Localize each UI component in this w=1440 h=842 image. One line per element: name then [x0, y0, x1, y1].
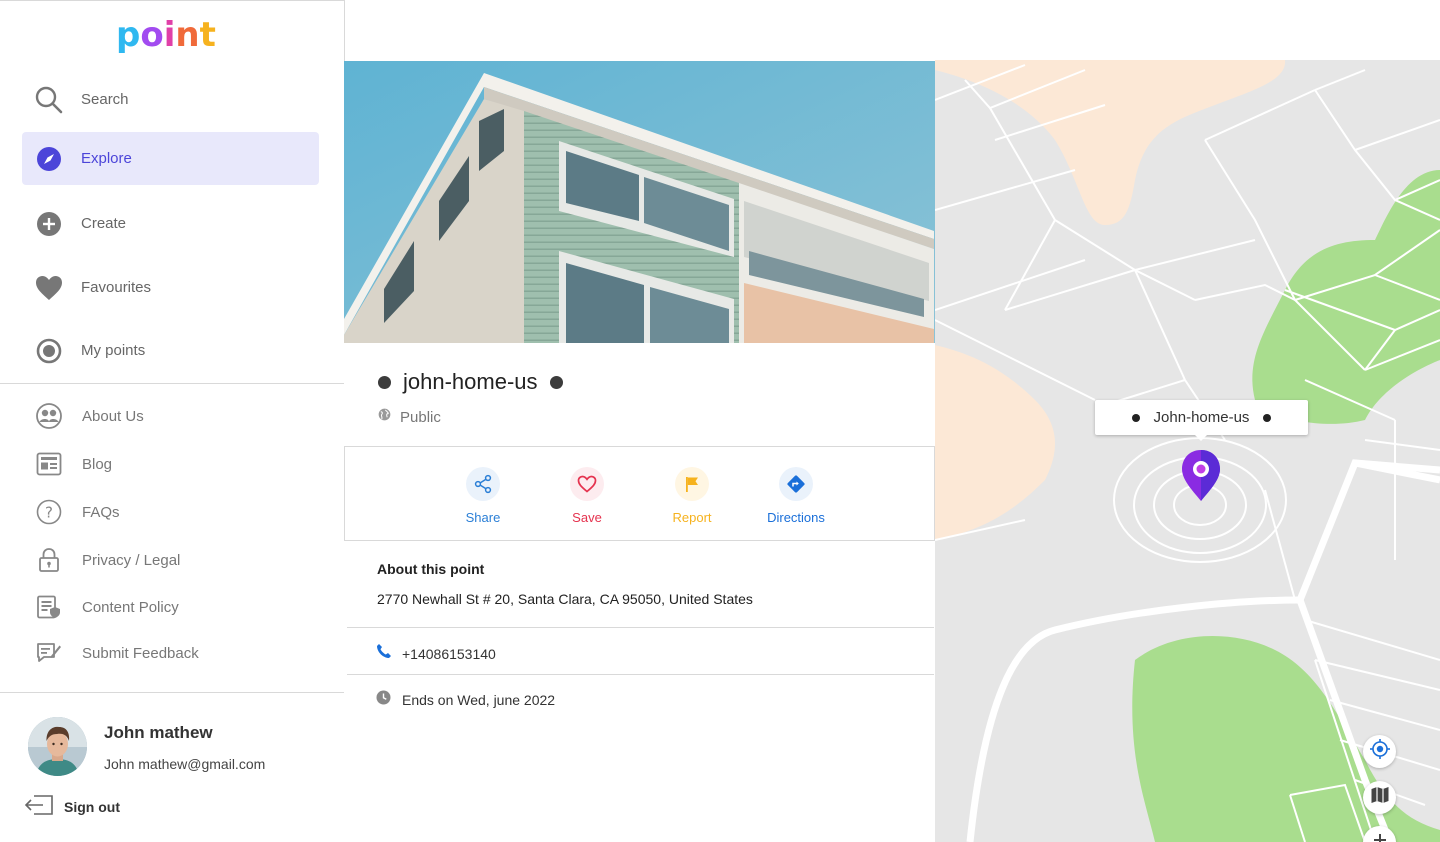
directions-button[interactable]: Directions: [756, 467, 836, 525]
policy-icon: [35, 593, 63, 621]
nav-item-my-points[interactable]: My points: [22, 324, 319, 377]
link-privacy-legal[interactable]: Privacy / Legal: [22, 542, 319, 578]
sign-out-icon: [24, 794, 54, 821]
phone-row[interactable]: +14086153140: [376, 643, 496, 664]
nav-label: Favourites: [81, 279, 152, 296]
map-marker-tooltip[interactable]: John-home-us: [1095, 400, 1308, 441]
share-button[interactable]: Share: [443, 467, 523, 525]
logo-letter: p: [116, 15, 141, 55]
tooltip-dot-left: [1131, 413, 1140, 422]
report-label: Report: [672, 510, 712, 525]
logo-letter: o: [140, 15, 164, 55]
save-label: Save: [572, 510, 602, 525]
map-layers-button[interactable]: [1363, 781, 1396, 814]
crosshair-icon: [1369, 738, 1391, 765]
link-content-policy[interactable]: Content Policy: [22, 589, 319, 625]
map-canvas: [935, 60, 1440, 842]
sign-out-button[interactable]: Sign out: [24, 793, 120, 821]
marker-label: John-home-us: [1153, 409, 1250, 426]
visibility-label: Public: [400, 408, 441, 426]
point-title: john-home-us: [403, 369, 538, 394]
link-label: Content Policy: [82, 598, 179, 616]
directions-label: Directions: [767, 510, 825, 525]
divider: [347, 627, 934, 628]
question-icon: ?: [35, 498, 63, 526]
directions-icon: [779, 467, 813, 501]
flag-icon: [675, 467, 709, 501]
sign-out-label: Sign out: [64, 799, 120, 815]
nav-label: Create: [81, 215, 127, 232]
logo-letter: t: [199, 15, 216, 55]
logo-letter: i: [163, 15, 176, 55]
nav-item-create[interactable]: Create: [22, 197, 319, 250]
clock-icon: [376, 690, 391, 710]
user-name: John mathew: [104, 723, 213, 742]
title-dot-left: [378, 375, 391, 389]
map-icon: [1370, 785, 1390, 810]
lock-icon: [35, 546, 63, 574]
sidebar: point Search Explore Create Favourites M…: [0, 0, 345, 842]
people-icon: [35, 402, 63, 430]
report-button[interactable]: Report: [652, 467, 732, 525]
link-label: Submit Feedback: [82, 644, 199, 662]
about-heading: About this point: [377, 561, 485, 577]
save-button[interactable]: Save: [547, 467, 627, 525]
share-icon: [466, 467, 500, 501]
link-label: FAQs: [82, 503, 120, 521]
plus-icon: [1372, 832, 1388, 842]
logo-letter: n: [175, 15, 200, 55]
phone-icon: [376, 643, 392, 664]
nav-label: My points: [81, 342, 146, 359]
share-label: Share: [465, 510, 501, 525]
compass-icon: [34, 144, 64, 174]
nav-label: Search: [81, 91, 129, 108]
svg-text:?: ?: [45, 504, 53, 522]
link-faqs[interactable]: ? FAQs: [22, 494, 319, 530]
map-view[interactable]: John-home-us: [935, 60, 1440, 842]
user-email: John mathew@gmail.com: [104, 756, 266, 772]
app-window: point Search Explore Create Favourites M…: [0, 0, 1440, 842]
phone-number: +14086153140: [402, 645, 496, 662]
tooltip-dot-right: [1263, 413, 1272, 422]
avatar[interactable]: [28, 717, 87, 776]
search-icon: [34, 85, 64, 115]
feedback-icon: [35, 639, 63, 667]
link-label: Blog: [82, 455, 113, 473]
link-label: Privacy / Legal: [82, 551, 181, 569]
divider: [347, 674, 934, 675]
end-date-row: Ends on Wed, june 2022: [376, 690, 555, 710]
link-about-us[interactable]: About Us: [22, 398, 319, 434]
divider: [0, 383, 344, 384]
title-dot-right: [549, 375, 563, 389]
link-label: About Us: [82, 407, 144, 425]
link-blog[interactable]: Blog: [22, 446, 319, 482]
link-submit-feedback[interactable]: Submit Feedback: [22, 635, 319, 671]
nav-item-explore[interactable]: Explore: [22, 132, 319, 185]
nav-item-search[interactable]: Search: [22, 73, 319, 126]
point-cover-image: [344, 61, 935, 343]
radio-icon: [34, 336, 64, 366]
my-location-button[interactable]: [1363, 735, 1396, 768]
plus-circle-icon: [34, 209, 64, 239]
end-date: Ends on Wed, june 2022: [402, 692, 556, 708]
visibility-row: Public: [378, 408, 441, 426]
heart-icon: [34, 273, 64, 303]
blog-icon: [35, 450, 63, 478]
logo[interactable]: point: [116, 13, 216, 57]
divider: [0, 692, 344, 693]
action-bar: Share Save Report Directions: [344, 446, 935, 541]
nav-label: Explore: [81, 150, 132, 167]
nav-item-favourites[interactable]: Favourites: [22, 261, 319, 314]
heart-outline-icon: [570, 467, 604, 501]
point-detail-panel: john-home-us Public Share Save Report Di…: [344, 61, 935, 842]
point-address: 2770 Newhall St # 20, Santa Clara, CA 95…: [377, 591, 753, 607]
point-title-row: john-home-us: [378, 369, 563, 395]
globe-icon: [378, 408, 391, 426]
